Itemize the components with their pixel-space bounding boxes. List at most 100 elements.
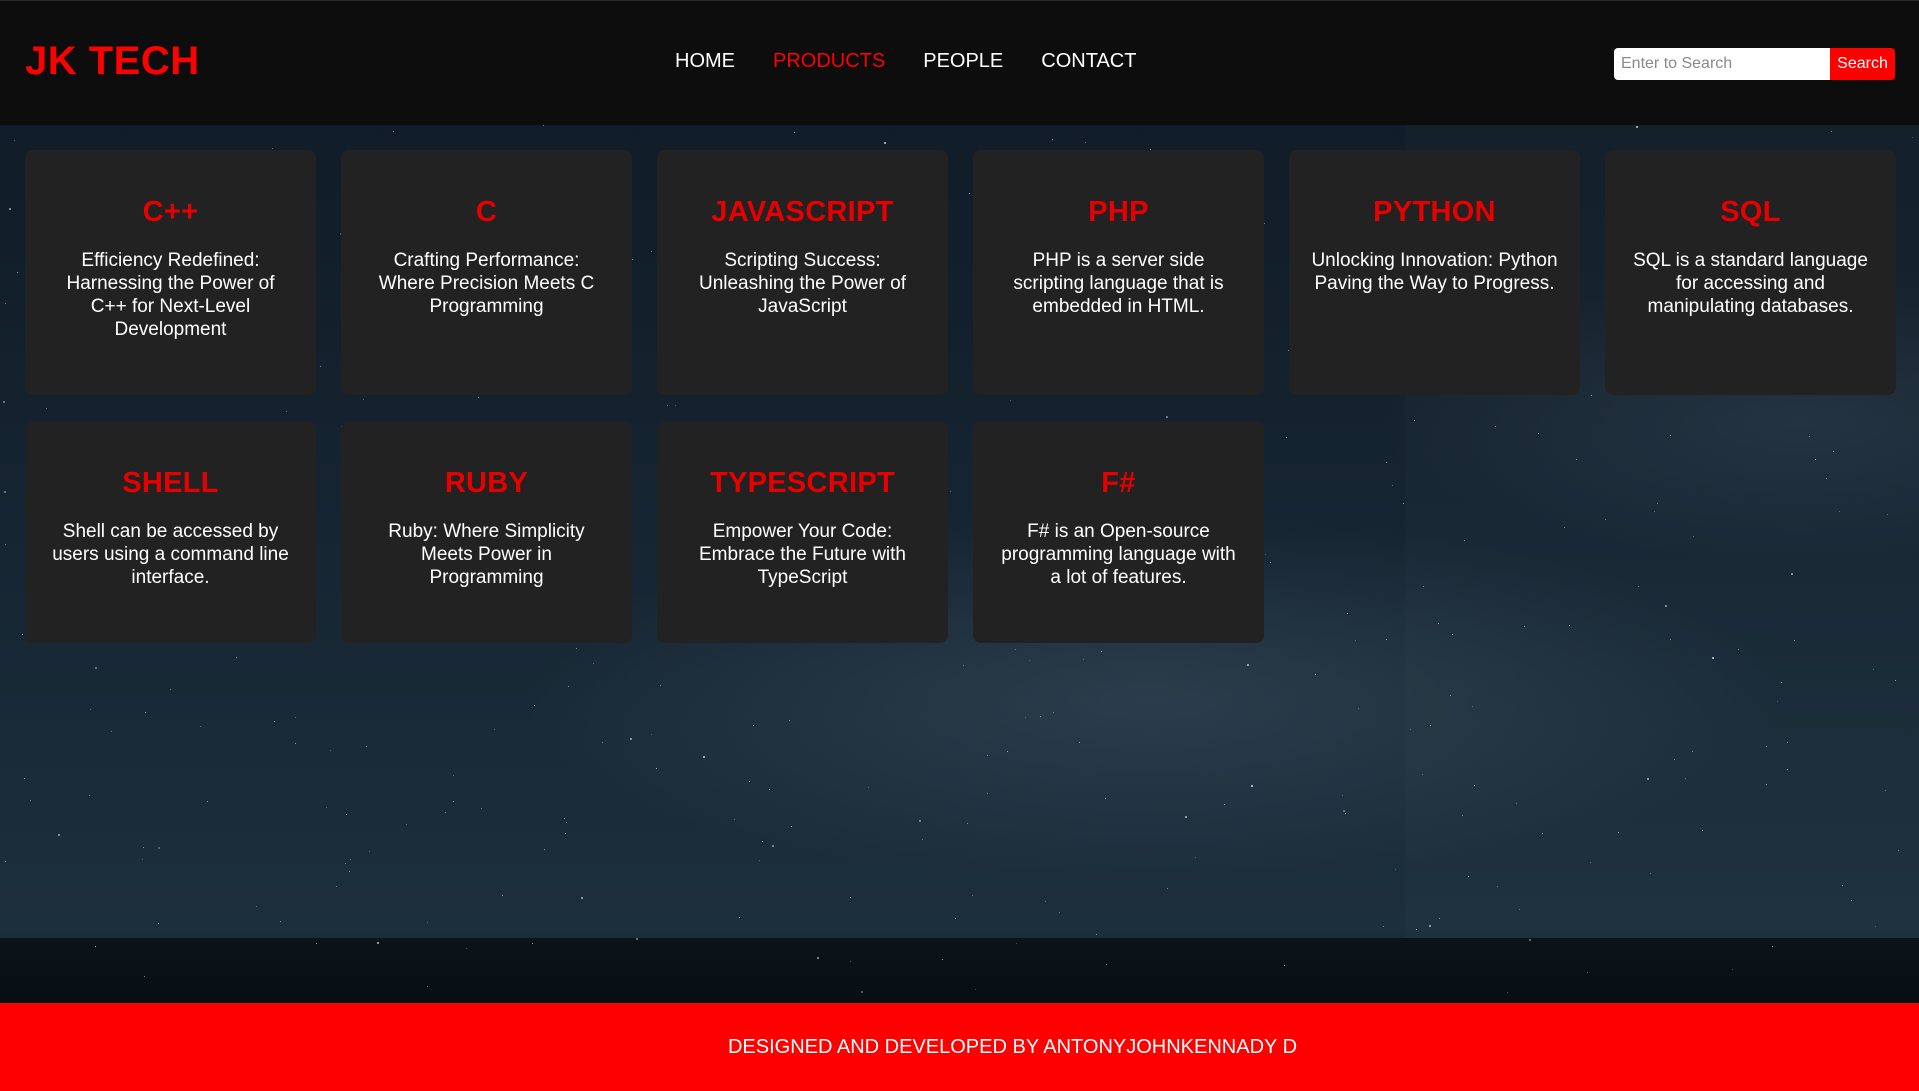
- site-logo[interactable]: JK TECH: [25, 39, 200, 84]
- star: [336, 886, 337, 887]
- nav-people[interactable]: PEOPLE: [923, 50, 1003, 73]
- star: [1383, 926, 1384, 927]
- star: [1636, 126, 1638, 128]
- star: [200, 726, 201, 727]
- product-card-cpp[interactable]: C++ Efficiency Redefined: Harnessing the…: [25, 150, 316, 395]
- star: [1345, 813, 1346, 814]
- star: [377, 942, 379, 944]
- star: [1025, 717, 1026, 718]
- star: [1732, 969, 1733, 970]
- product-card-fsharp[interactable]: F# F# is an Open-source programming lang…: [973, 421, 1264, 643]
- star: [972, 895, 973, 896]
- star: [772, 845, 774, 847]
- star: [272, 148, 273, 149]
- star: [350, 859, 351, 860]
- star: [565, 833, 566, 834]
- product-card-typescript[interactable]: TYPESCRIPT Empower Your Code: Embrace th…: [657, 421, 948, 643]
- star: [345, 863, 346, 864]
- star: [1410, 729, 1411, 730]
- star: [987, 793, 988, 794]
- product-card-shell[interactable]: SHELL Shell can be accessed by users usi…: [25, 421, 316, 643]
- products-grid: C++ Efficiency Redefined: Harnessing the…: [25, 150, 1896, 643]
- star: [922, 839, 923, 840]
- product-card-sql[interactable]: SQL SQL is a standard language for acces…: [1605, 150, 1896, 395]
- star: [630, 738, 632, 740]
- star: [1085, 142, 1086, 143]
- star: [406, 824, 407, 825]
- star: [1674, 759, 1675, 760]
- star: [543, 125, 544, 126]
- star: [703, 756, 705, 758]
- star: [1059, 912, 1060, 913]
- star: [366, 746, 367, 747]
- star: [256, 906, 257, 907]
- star: [1462, 815, 1463, 816]
- product-description: SQL is a standard language for accessing…: [1633, 250, 1868, 317]
- star: [769, 789, 770, 790]
- star: [762, 841, 763, 842]
- star: [1590, 862, 1591, 863]
- star: [90, 709, 91, 710]
- star: [955, 918, 956, 919]
- product-card-php[interactable]: PHP PHP is a server side scripting langu…: [973, 150, 1264, 395]
- site-header: JK TECH HOME PRODUCTS PEOPLE CONTACT Sea…: [0, 0, 1919, 125]
- star: [1247, 664, 1249, 666]
- product-card-c[interactable]: C Crafting Performance: Where Precision …: [341, 150, 632, 395]
- star: [502, 895, 503, 896]
- star: [791, 826, 792, 827]
- search-button[interactable]: Search: [1830, 48, 1895, 80]
- star: [14, 140, 15, 141]
- star: [142, 859, 143, 860]
- star: [1284, 965, 1285, 966]
- star: [1315, 674, 1316, 675]
- star: [330, 750, 331, 751]
- star: [1185, 816, 1187, 818]
- star: [369, 851, 370, 852]
- star: [1430, 725, 1431, 726]
- star: [1472, 706, 1473, 707]
- star: [1851, 900, 1852, 901]
- star: [280, 921, 281, 922]
- nav-products[interactable]: PRODUCTS: [773, 50, 885, 73]
- search-input[interactable]: [1614, 48, 1830, 80]
- star: [1873, 669, 1874, 670]
- nav-home[interactable]: HOME: [675, 50, 735, 73]
- product-card-ruby[interactable]: RUBY Ruby: Where Simplicity Meets Power …: [341, 421, 632, 643]
- star: [975, 989, 976, 990]
- star: [207, 801, 208, 802]
- star: [1497, 886, 1498, 887]
- star: [158, 847, 160, 849]
- product-description: PHP is a server side scripting language …: [1013, 250, 1224, 317]
- star: [942, 959, 943, 960]
- product-card-python[interactable]: PYTHON Unlocking Innovation: Python Pavi…: [1289, 150, 1580, 395]
- star: [494, 729, 495, 730]
- star: [1422, 774, 1423, 775]
- star: [532, 943, 533, 944]
- star: [326, 807, 327, 808]
- star: [274, 721, 275, 722]
- star: [3, 401, 5, 403]
- star: [544, 849, 545, 850]
- product-card-javascript[interactable]: JAVASCRIPT Scripting Success: Unleashing…: [657, 150, 948, 395]
- star: [349, 871, 350, 872]
- star: [453, 775, 454, 776]
- star: [453, 801, 454, 802]
- star: [58, 834, 60, 836]
- star: [1542, 833, 1543, 834]
- star: [1015, 649, 1016, 650]
- star: [17, 272, 18, 273]
- star: [602, 742, 603, 743]
- star: [967, 823, 968, 824]
- nav-contact[interactable]: CONTACT: [1041, 50, 1136, 73]
- star: [1416, 929, 1417, 930]
- product-title: TYPESCRIPT: [709, 467, 896, 499]
- star: [1912, 137, 1913, 138]
- star: [9, 208, 11, 210]
- star: [95, 946, 96, 947]
- star: [651, 734, 652, 735]
- product-title: C++: [142, 196, 199, 228]
- star: [593, 663, 594, 664]
- star: [170, 689, 171, 690]
- star: [393, 131, 394, 132]
- star: [1895, 680, 1896, 681]
